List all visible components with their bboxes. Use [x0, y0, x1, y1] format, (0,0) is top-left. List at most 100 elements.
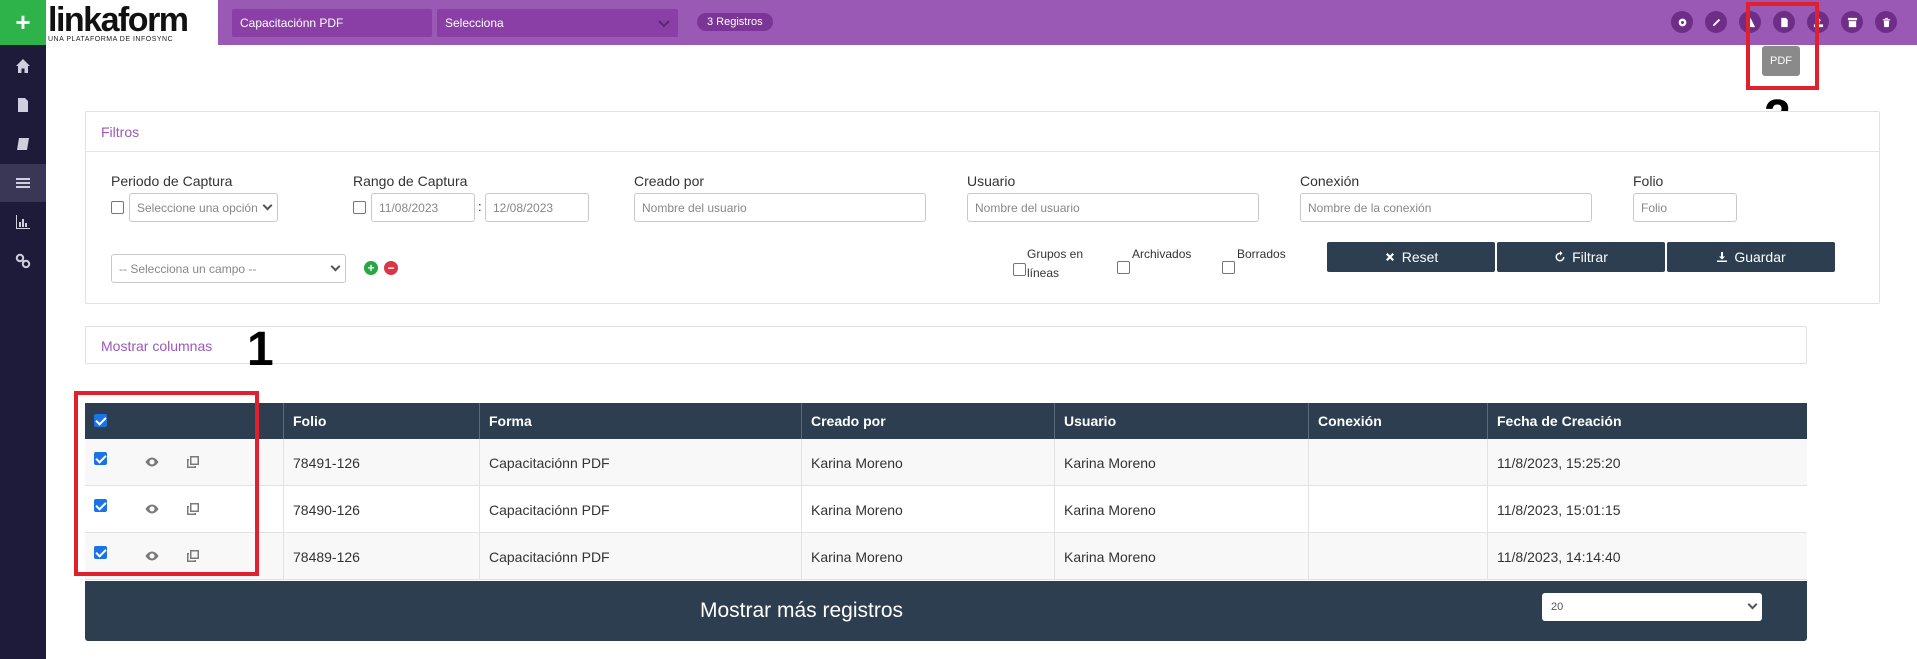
archive-icon[interactable] [1841, 11, 1863, 33]
folio-input[interactable]: Folio [1633, 193, 1737, 222]
document-icon[interactable] [0, 86, 46, 124]
cell-forma: Capacitaciónn PDF [480, 439, 802, 486]
cell-creado-por: Karina Moreno [802, 486, 1055, 533]
col-fecha[interactable]: Fecha de Creación [1488, 403, 1807, 439]
gear-icon[interactable] [1671, 11, 1693, 33]
logo-text: linkaform [48, 1, 189, 39]
cell-folio: 78490-126 [284, 486, 480, 533]
conexion-input[interactable]: Nombre de la conexión [1300, 193, 1592, 222]
add-field-icon[interactable]: + [364, 261, 378, 275]
page-size-select[interactable]: 20 [1542, 593, 1762, 621]
archivados-checkbox[interactable] [1117, 261, 1130, 274]
book-icon[interactable] [0, 125, 46, 163]
header-select-label: Selecciona [445, 16, 504, 30]
rango-to-input[interactable]: 12/08/2023 [485, 193, 589, 222]
show-more-button[interactable]: Mostrar más registros [85, 581, 1518, 641]
col-forma[interactable]: Forma [480, 403, 802, 439]
grupos-label: Grupos en líneas [1027, 247, 1084, 280]
rango-separator: : [478, 199, 482, 214]
cell-conexion [1309, 533, 1488, 580]
guardar-button[interactable]: Guardar [1667, 242, 1835, 272]
rango-from-value: 11/08/2023 [379, 200, 439, 215]
chevron-down-icon [1747, 599, 1758, 610]
col-creado-por[interactable]: Creado por [802, 403, 1055, 439]
rango-label: Rango de Captura [353, 173, 468, 189]
periodo-select[interactable]: Seleccione una opción [129, 193, 278, 222]
annotation-box-2 [1746, 2, 1819, 90]
form-name-field[interactable]: Capacitaciónn PDF [232, 9, 432, 37]
campo-select[interactable]: -- Selecciona un campo -- [111, 254, 346, 283]
col-usuario[interactable]: Usuario [1055, 403, 1309, 439]
home-icon[interactable] [0, 47, 46, 85]
logo-subtitle: UNA PLATAFORMA DE INFOSYNC [48, 36, 174, 43]
cell-usuario: Karina Moreno [1055, 533, 1309, 580]
annotation-number-1: 1 [247, 323, 274, 376]
usuario-placeholder: Nombre del usuario [975, 200, 1080, 215]
filtrar-label: Filtrar [1572, 249, 1608, 265]
pencil-icon[interactable] [1705, 11, 1727, 33]
link-icon[interactable] [0, 242, 46, 280]
col-folio[interactable]: Folio [284, 403, 480, 439]
rango-from-input[interactable]: 11/08/2023 [371, 193, 475, 222]
cell-folio: 78489-126 [284, 533, 480, 580]
header-select[interactable]: Selecciona [437, 9, 678, 37]
usuario-input[interactable]: Nombre del usuario [967, 193, 1259, 222]
periodo-label: Periodo de Captura [111, 173, 233, 189]
grupos-checkbox[interactable] [1013, 263, 1026, 276]
archivados-label: Archivados [1132, 247, 1192, 261]
periodo-checkbox[interactable] [111, 201, 124, 214]
chevron-down-icon [262, 200, 273, 211]
chart-icon[interactable] [0, 203, 46, 241]
cell-fecha: 11/8/2023, 14:14:40 [1497, 548, 1621, 565]
borrados-checkbox[interactable] [1222, 261, 1235, 274]
table-header: Folio Forma Creado por Usuario Conexión … [85, 403, 1807, 439]
conexion-placeholder: Nombre de la conexión [1308, 200, 1432, 215]
rango-checkbox[interactable] [353, 201, 366, 214]
reset-button[interactable]: Reset [1327, 242, 1495, 272]
cell-creado-por: Karina Moreno [802, 439, 1055, 486]
footer-bar: Mostrar más registros 20 [85, 581, 1807, 641]
cell-usuario: Karina Moreno [1055, 486, 1309, 533]
page-size-value: 20 [1551, 601, 1564, 613]
filtrar-button[interactable]: Filtrar [1497, 242, 1665, 272]
conexion-label: Conexión [1300, 173, 1360, 189]
cell-fecha: 11/8/2023, 15:01:15 [1497, 501, 1621, 518]
cell-conexion [1309, 439, 1488, 486]
records-count-badge: 3 Registros [697, 13, 773, 31]
folio-label: Folio [1633, 173, 1664, 189]
cell-usuario: Karina Moreno [1055, 439, 1309, 486]
download-icon [1717, 252, 1728, 262]
creado-por-placeholder: Nombre del usuario [642, 200, 747, 215]
cell-forma: Capacitaciónn PDF [480, 533, 802, 580]
add-button[interactable]: + [0, 0, 46, 45]
guardar-label: Guardar [1734, 249, 1786, 265]
remove-field-icon[interactable]: − [384, 261, 398, 275]
columns-panel-title[interactable]: Mostrar columnas [101, 338, 212, 354]
records-list-icon[interactable] [0, 164, 46, 202]
logo: linkaform UNA PLATAFORMA DE INFOSYNC [46, 0, 218, 45]
cell-forma: Capacitaciónn PDF [480, 486, 802, 533]
trash-icon[interactable] [1875, 11, 1897, 33]
campo-select-text: -- Selecciona un campo -- [119, 261, 257, 276]
sidebar: + [0, 0, 46, 659]
columns-panel[interactable] [85, 326, 1807, 364]
folio-placeholder: Folio [1641, 200, 1668, 215]
cell-fecha: 11/8/2023, 15:25:20 [1497, 454, 1621, 471]
rango-to-value: 12/08/2023 [493, 200, 554, 215]
table-row[interactable]: 78490-126 Capacitaciónn PDF Karina Moren… [85, 486, 1807, 533]
reset-label: Reset [1401, 249, 1439, 265]
cell-folio: 78491-126 [284, 439, 480, 486]
creado-por-input[interactable]: Nombre del usuario [634, 193, 926, 222]
col-conexion[interactable]: Conexión [1309, 403, 1488, 439]
close-icon [1385, 253, 1394, 261]
annotation-box-1 [74, 391, 259, 576]
cell-creado-por: Karina Moreno [802, 533, 1055, 580]
table-row[interactable]: 78491-126 Capacitaciónn PDF Karina Moren… [85, 439, 1807, 486]
chevron-down-icon [658, 20, 670, 28]
periodo-select-text: Seleccione una opción [137, 200, 258, 215]
cell-conexion [1309, 486, 1488, 533]
form-name-text: Capacitaciónn PDF [240, 16, 344, 30]
table-row[interactable]: 78489-126 Capacitaciónn PDF Karina Moren… [85, 533, 1807, 580]
creado-por-label: Creado por [634, 173, 705, 189]
filters-title: Filtros [101, 124, 140, 140]
